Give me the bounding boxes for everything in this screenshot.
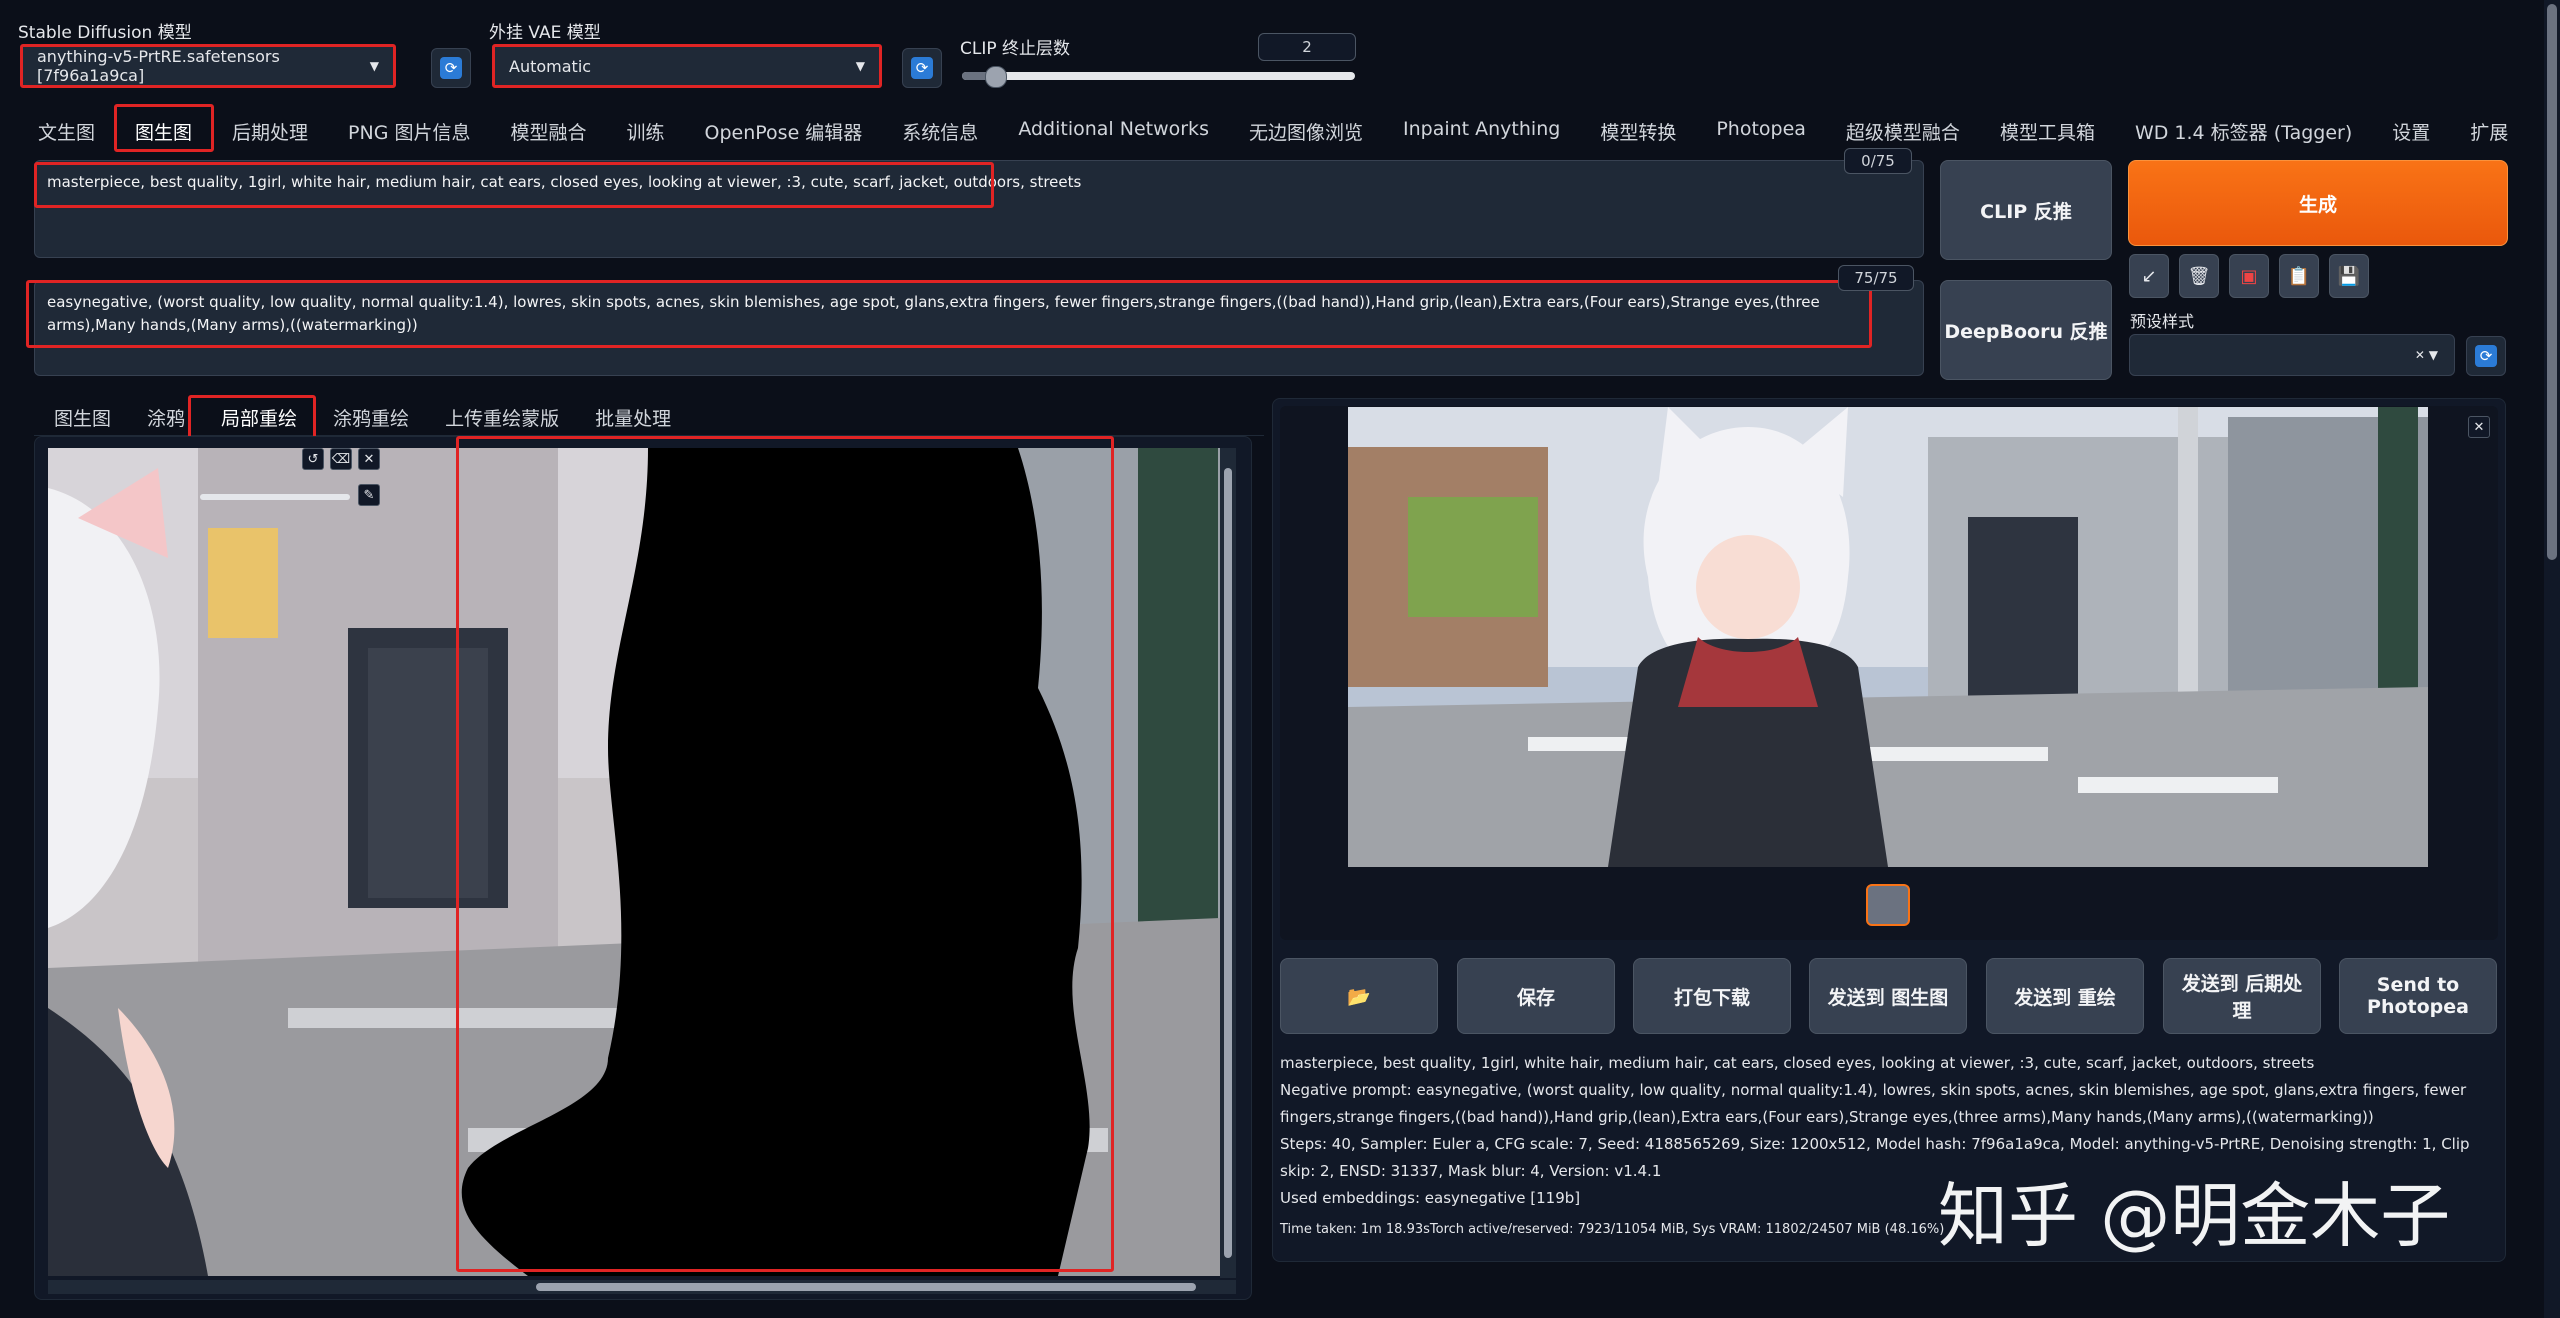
chevron-down-icon: ▼ — [855, 59, 865, 73]
undo-icon: ↺ — [307, 451, 319, 467]
clip-skip-label: CLIP 终止层数 — [960, 39, 1071, 59]
subtab-0[interactable]: 图生图 — [54, 404, 111, 431]
close-icon: ✕ — [363, 451, 375, 467]
zip-download-button[interactable]: 打包下载 — [1633, 958, 1791, 1034]
tab-12[interactable]: Photopea — [1716, 118, 1806, 140]
canvas-vertical-scrollbar[interactable] — [1220, 448, 1236, 1278]
tab-6[interactable]: OpenPose 编辑器 — [705, 118, 863, 145]
refresh-icon: ⟳ — [440, 57, 462, 79]
send-to-photopea-button[interactable]: Send to Photopea — [2339, 958, 2497, 1034]
prompt-text: masterpiece, best quality, 1girl, white … — [47, 173, 1082, 191]
inpaint-image — [48, 448, 1220, 1276]
style-refresh-button[interactable]: ⟳ — [2466, 336, 2506, 376]
chevron-down-icon: ▼ — [369, 59, 379, 73]
tab-14[interactable]: 模型工具箱 — [2000, 118, 2095, 145]
tab-11[interactable]: 模型转换 — [1600, 118, 1676, 145]
vae-value: Automatic — [509, 56, 592, 76]
info-prompt: masterpiece, best quality, 1girl, white … — [1280, 1054, 2315, 1072]
refresh-icon: ⟳ — [2475, 345, 2497, 367]
tab-8[interactable]: Additional Networks — [1018, 118, 1209, 140]
brush-size-slider[interactable] — [200, 494, 350, 500]
tab-15[interactable]: WD 1.4 标签器 (Tagger) — [2135, 118, 2352, 145]
clip-skip-number[interactable]: 2 — [1258, 33, 1356, 61]
tab-1[interactable]: 图生图 — [135, 118, 192, 145]
send-to-img2img-button[interactable]: 发送到 图生图 — [1809, 958, 1967, 1034]
vertical-scrollbar-thumb[interactable] — [1224, 468, 1232, 1258]
show-extra-networks-button[interactable]: ▣ — [2229, 254, 2269, 298]
brush-button[interactable]: ✎ — [358, 484, 380, 506]
tab-2[interactable]: 后期处理 — [232, 118, 308, 145]
tab-3[interactable]: PNG 图片信息 — [348, 118, 470, 145]
tab-4[interactable]: 模型融合 — [510, 118, 586, 145]
tab-17[interactable]: 扩展 — [2470, 118, 2508, 145]
tab-16[interactable]: 设置 — [2392, 118, 2430, 145]
prompt-input[interactable]: masterpiece, best quality, 1girl, white … — [34, 160, 1924, 258]
output-image[interactable] — [1348, 407, 2428, 867]
subtab-2[interactable]: 局部重绘 — [221, 404, 297, 431]
model-label: Stable Diffusion 模型 — [18, 23, 192, 43]
save-style-button[interactable]: 💾 — [2329, 254, 2369, 298]
save-button[interactable]: 保存 — [1457, 958, 1615, 1034]
deepbooru-interrogate-button[interactable]: DeepBooru 反推 — [1940, 280, 2112, 380]
model-select[interactable]: anything-v5-PrtRE.safetensors [7f96a1a9c… — [20, 44, 396, 88]
model-refresh-button[interactable]: ⟳ — [431, 48, 471, 88]
paste-params-button[interactable]: ↙ — [2129, 254, 2169, 298]
output-image-svg — [1348, 407, 2428, 867]
img2img-subtabs: 图生图 涂鸦 局部重绘 涂鸦重绘 上传重绘蒙版 批量处理 — [34, 394, 1264, 436]
eraser-icon: ⌫ — [331, 451, 351, 467]
clear-canvas-button[interactable]: ✕ — [358, 448, 380, 470]
refresh-icon: ⟳ — [911, 57, 933, 79]
clip-skip-slider-thumb[interactable] — [984, 66, 1007, 88]
tab-10[interactable]: Inpaint Anything — [1403, 118, 1560, 140]
floppy-disk-icon: 💾 — [2337, 265, 2361, 287]
close-gallery-button[interactable]: ✕ — [2468, 416, 2490, 438]
folder-icon: 📂 — [1347, 985, 1371, 1008]
generate-button[interactable]: 生成 — [2128, 160, 2508, 246]
eraser-button[interactable]: ⌫ — [330, 448, 352, 470]
brush-icon: ✎ — [363, 487, 375, 503]
open-folder-button[interactable]: 📂 — [1280, 958, 1438, 1034]
undo-button[interactable]: ↺ — [302, 448, 324, 470]
tab-7[interactable]: 系统信息 — [902, 118, 978, 145]
tab-5[interactable]: 训练 — [627, 118, 665, 145]
send-to-inpaint-button[interactable]: 发送到 重绘 — [1986, 958, 2144, 1034]
canvas-horizontal-scrollbar[interactable] — [48, 1280, 1236, 1294]
card-icon: ▣ — [2240, 265, 2258, 287]
model-value: anything-v5-PrtRE.safetensors [7f96a1a9c… — [37, 47, 280, 85]
tab-0[interactable]: 文生图 — [38, 118, 95, 145]
inpaint-canvas[interactable] — [48, 448, 1220, 1276]
clip-skip-slider-track[interactable] — [962, 66, 1355, 88]
tab-9[interactable]: 无边图像浏览 — [1249, 118, 1363, 145]
subtab-1[interactable]: 涂鸦 — [147, 404, 185, 431]
close-icon: ✕ — [2473, 419, 2485, 435]
gallery-thumbnail[interactable] — [1866, 884, 1910, 926]
clear-and-chevron-icon: ✕ ▼ — [2414, 348, 2438, 362]
trash-icon: 🗑 — [2187, 265, 2211, 287]
clipboard-icon: 📋 — [2287, 265, 2311, 287]
info-negative-prompt: Negative prompt: easynegative, (worst qu… — [1280, 1081, 2467, 1126]
style-label: 预设样式 — [2130, 312, 2195, 331]
send-to-extras-button[interactable]: 发送到 后期处理 — [2163, 958, 2321, 1034]
prompt-token-counter: 0/75 — [1844, 148, 1912, 174]
subtab-4[interactable]: 上传重绘蒙版 — [445, 404, 559, 431]
clip-interrogate-button[interactable]: CLIP 反推 — [1940, 160, 2112, 260]
apply-style-button[interactable]: 📋 — [2279, 254, 2319, 298]
clear-prompt-button[interactable]: 🗑 — [2179, 254, 2219, 298]
negative-prompt-text: easynegative, (worst quality, low qualit… — [47, 293, 1820, 334]
tab-13[interactable]: 超级模型融合 — [1846, 118, 1960, 145]
watermark-text: 知乎 @明金木子 — [1938, 1175, 2451, 1257]
main-tabs: 文生图 图生图 后期处理 PNG 图片信息 模型融合 训练 OpenPose 编辑器 系统信息… — [0, 110, 2540, 154]
vae-refresh-button[interactable]: ⟳ — [902, 48, 942, 88]
arrow-down-left-icon: ↙ — [2141, 265, 2157, 287]
negative-token-counter: 75/75 — [1838, 265, 1914, 291]
horizontal-scrollbar-thumb[interactable] — [536, 1283, 1196, 1291]
vae-label: 外挂 VAE 模型 — [489, 23, 601, 43]
page-scrollbar[interactable] — [2544, 0, 2560, 1318]
page-scrollbar-thumb[interactable] — [2547, 4, 2557, 560]
subtab-3[interactable]: 涂鸦重绘 — [333, 404, 409, 431]
negative-prompt-input[interactable]: easynegative, (worst quality, low qualit… — [34, 280, 1924, 376]
style-select[interactable]: ✕ ▼ — [2129, 334, 2455, 376]
subtab-5[interactable]: 批量处理 — [595, 404, 671, 431]
vae-select[interactable]: Automatic ▼ — [492, 44, 882, 88]
